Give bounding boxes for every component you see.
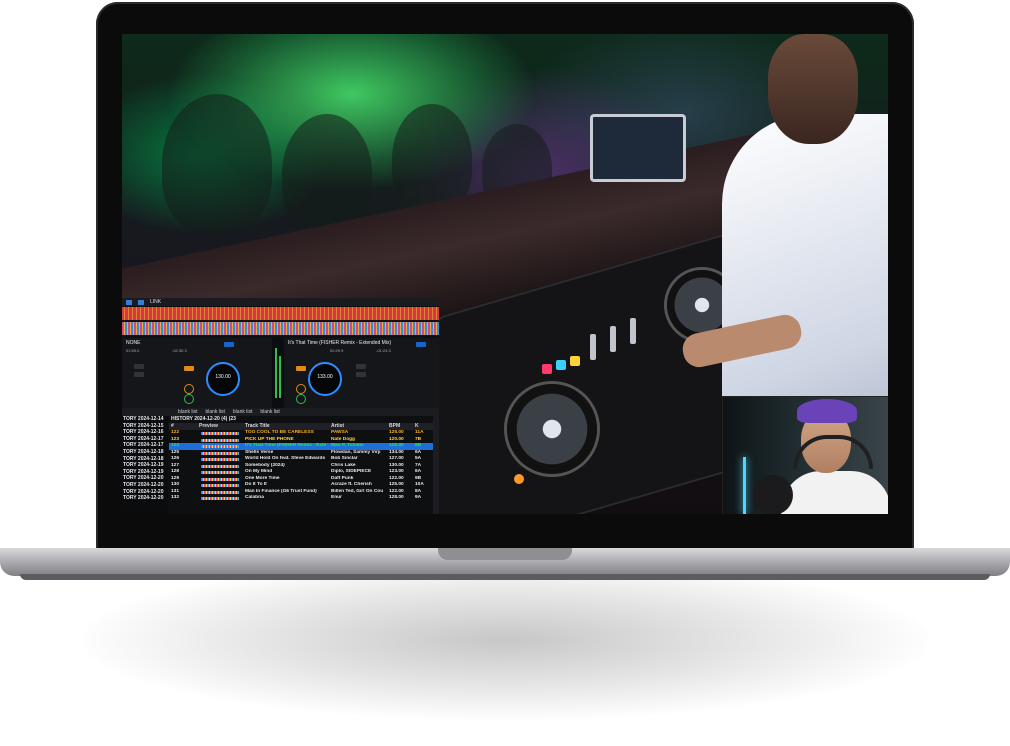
laptop-base-lip: [20, 574, 990, 580]
webcam-overlay: [722, 396, 888, 514]
history-playlist-item[interactable]: TORY 2024-12-19: [122, 469, 168, 476]
tab-blank-list-3[interactable]: blank list: [229, 408, 256, 416]
jog-wheel-left: [507, 384, 597, 474]
history-playlist-item[interactable]: TORY 2024-12-16: [122, 429, 168, 436]
led-light-strip: [743, 457, 746, 514]
level-meter-right: [279, 356, 281, 398]
laptop-notch: [438, 548, 572, 560]
history-playlist-item[interactable]: TORY 2024-12-20: [122, 495, 168, 502]
deck-right-bpm: 133.00: [317, 374, 333, 380]
column-track-title[interactable]: Track Title: [245, 423, 331, 430]
laptop-screen: LINK NONE 01:59.0 -02:30.3 130.00 It's T…: [122, 34, 888, 514]
history-playlist-item[interactable]: TORY 2024-12-18: [122, 449, 168, 456]
mixer-strip: [272, 338, 284, 408]
column-key[interactable]: K: [415, 423, 431, 430]
microphone: [753, 475, 793, 514]
history-playlist-item[interactable]: TORY 2024-12-18: [122, 456, 168, 463]
toolbar-icon[interactable]: [126, 299, 132, 305]
hotcue-button[interactable]: [134, 372, 144, 377]
history-playlist-item[interactable]: TORY 2024-12-20: [122, 482, 168, 489]
cue-pad: [514, 474, 524, 484]
waveform-deck-1[interactable]: [122, 307, 439, 320]
deck-left-elapsed: 01:59.0: [126, 348, 140, 353]
play-button-right[interactable]: [296, 394, 306, 404]
channel-fader: [610, 326, 616, 352]
track-number: 132: [171, 495, 180, 500]
history-playlist-item[interactable]: TORY 2024-12-19: [122, 462, 168, 469]
column-artist[interactable]: Artist: [331, 423, 389, 430]
history-playlist-item[interactable]: TORY 2024-12-17: [122, 442, 168, 449]
streamer-shirt: [781, 471, 888, 514]
history-playlist-item[interactable]: TORY 2024-12-20: [122, 489, 168, 496]
playlist-tabs: blank list blank list blank list blank l…: [122, 408, 439, 416]
deck-right-track: It's That Time (FISHER Remix - Extended …: [288, 340, 392, 346]
tab-blank-list-2[interactable]: blank list: [201, 408, 228, 416]
loop-button-left[interactable]: [184, 366, 194, 371]
streamer-cap: [797, 399, 857, 423]
cue-button-right[interactable]: [296, 384, 306, 394]
tab-blank-list-4[interactable]: blank list: [256, 408, 283, 416]
rekordbox-toolbar: LINK: [122, 298, 439, 306]
cue-button-left[interactable]: [184, 384, 194, 394]
channel-fader: [590, 334, 596, 360]
sync-button-left[interactable]: [224, 342, 234, 347]
crowd-figure: [282, 114, 372, 234]
track-title: Calabria: [245, 495, 264, 500]
performance-pad: [542, 364, 552, 374]
table-row[interactable]: 132 Calabria Enur 128.00 9A: [169, 495, 433, 502]
track-key: 9A: [415, 495, 422, 500]
tab-blank-list-1[interactable]: blank list: [174, 408, 201, 416]
deck-panel: NONE 01:59.0 -02:30.3 130.00 It's That T…: [122, 338, 439, 408]
level-meter-left: [275, 348, 277, 398]
channel-fader: [630, 318, 636, 344]
laptop-shadow: [80, 560, 930, 720]
performance-pad: [556, 360, 566, 370]
virtual-platter-right[interactable]: 133.00: [308, 362, 342, 396]
track-browser: HISTORY 2024-12-20 (4) (23 # Preview Tra…: [169, 416, 433, 514]
deck-left: NONE 01:59.0 -02:30.3 130.00: [124, 338, 274, 408]
hotcue-button[interactable]: [356, 372, 366, 377]
deck-right-remaining: -01:23.3: [376, 348, 391, 353]
dj-head: [768, 34, 858, 144]
deck-right-elapsed: 02:29.9: [330, 348, 344, 353]
column-number[interactable]: #: [169, 423, 199, 430]
tab-spacer: [122, 408, 174, 416]
history-playlist-item[interactable]: TORY 2024-12-17: [122, 436, 168, 443]
preview-waveform: [199, 495, 245, 502]
history-playlist-item[interactable]: TORY 2024-12-14: [122, 416, 168, 423]
history-sidebar: TORY 2024-12-14 TORY 2024-12-15 TORY 2024-…: [122, 416, 168, 514]
virtual-platter-left[interactable]: 130.00: [206, 362, 240, 396]
column-bpm[interactable]: BPM: [389, 423, 415, 430]
history-title: HISTORY 2024-12-20 (4) (23: [171, 416, 236, 422]
crowd-figure: [162, 94, 272, 234]
deck-right: It's That Time (FISHER Remix - Extended …: [286, 338, 436, 408]
booth-laptop: [590, 114, 686, 182]
column-preview[interactable]: Preview: [199, 423, 245, 430]
rekordbox-window: LINK NONE 01:59.0 -02:30.3 130.00 It's T…: [122, 298, 439, 514]
history-playlist-item[interactable]: TORY 2024-12-20: [122, 475, 168, 482]
toolbar-icon[interactable]: [138, 299, 144, 305]
history-playlist-item[interactable]: TORY 2024-12-15: [122, 423, 168, 430]
play-button-left[interactable]: [184, 394, 194, 404]
hotcue-button[interactable]: [356, 364, 366, 369]
link-label[interactable]: LINK: [150, 299, 161, 305]
track-artist: Enur: [331, 495, 342, 500]
performance-pad: [570, 356, 580, 366]
track-bpm: 128.00: [389, 495, 404, 500]
loop-button-right[interactable]: [296, 366, 306, 371]
track-list: 122 TOO COOL TO BE CARELESS PAWSA 125.00 11A…: [169, 430, 433, 502]
waveform-deck-2[interactable]: [122, 322, 439, 335]
sync-button-right[interactable]: [416, 342, 426, 347]
track-table-header: # Preview Track Title Artist BPM K: [169, 423, 433, 430]
deck-left-remaining: -02:30.3: [172, 348, 187, 353]
deck-left-bpm: 130.00: [215, 374, 231, 380]
track-list-scrollbar[interactable]: [433, 416, 439, 514]
deck-left-track: NONE: [126, 340, 141, 346]
hotcue-button[interactable]: [134, 364, 144, 369]
